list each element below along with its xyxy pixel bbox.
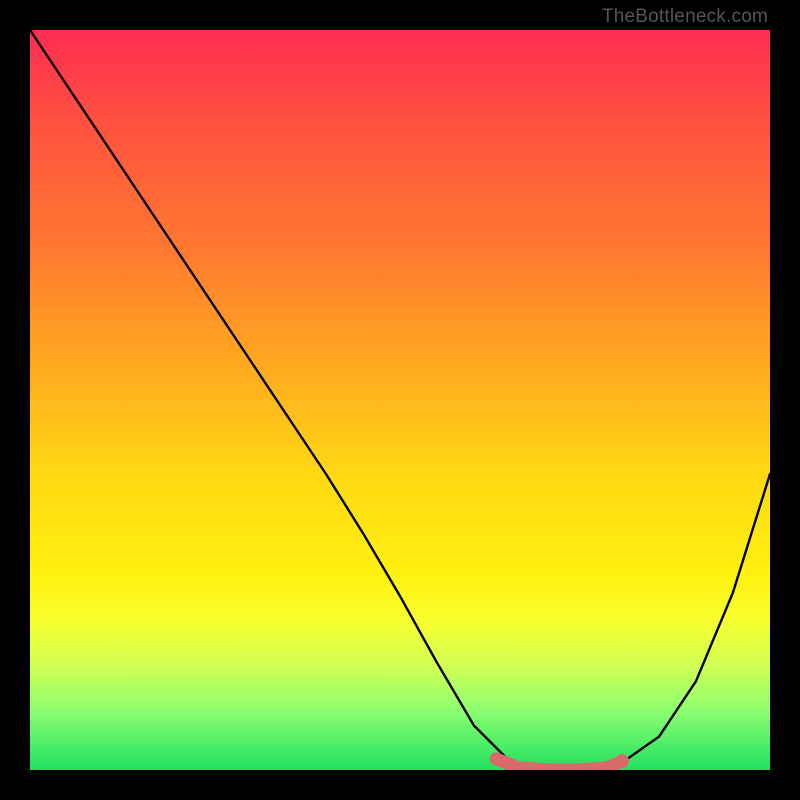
chart-svg	[30, 30, 770, 770]
optimal-range-end-dot	[615, 754, 629, 768]
attribution-text: TheBottleneck.com	[602, 6, 768, 28]
plot-area	[30, 30, 770, 770]
bottleneck-curve	[30, 30, 770, 770]
optimal-range-marker	[496, 759, 622, 770]
chart-frame: TheBottleneck.com	[0, 0, 800, 800]
